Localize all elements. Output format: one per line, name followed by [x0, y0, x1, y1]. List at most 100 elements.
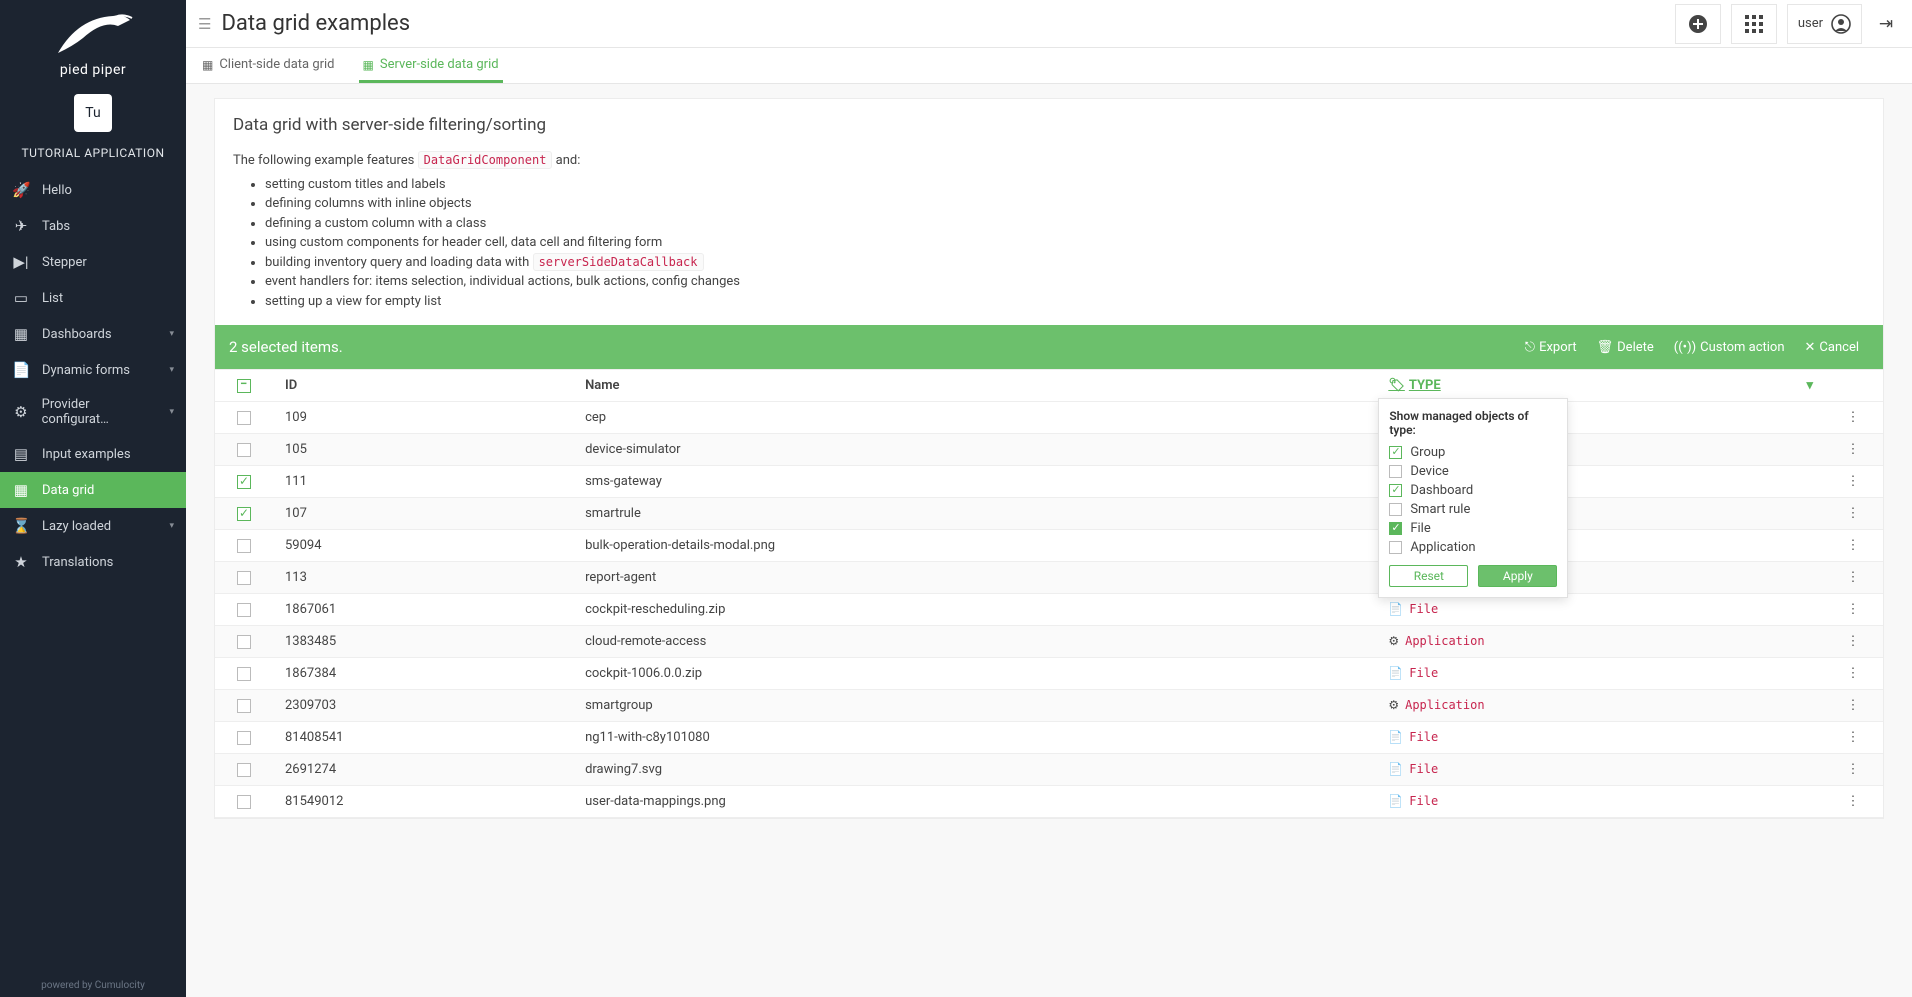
filter-option-group[interactable]: Group: [1389, 443, 1557, 462]
avatar[interactable]: Tu: [74, 94, 112, 132]
row-checkbox[interactable]: [237, 635, 251, 649]
cell-type: 📄File: [1378, 786, 1823, 818]
tab-client-side-data-grid[interactable]: ▦Client-side data grid: [198, 49, 339, 83]
sidebar-item-tabs[interactable]: ✈Tabs: [0, 208, 186, 244]
row-actions-menu[interactable]: ⋮: [1847, 794, 1860, 809]
cell-name: sms-gateway: [575, 466, 1378, 498]
apps-button[interactable]: [1731, 4, 1777, 44]
filter-apply-button[interactable]: Apply: [1478, 565, 1557, 587]
topbar: ☰ Data grid examples user ⇥: [186, 0, 1912, 48]
column-header-id[interactable]: ID: [275, 370, 575, 402]
row-checkbox[interactable]: [237, 571, 251, 585]
feature-item: setting up a view for empty list: [265, 292, 1865, 312]
tab-server-side-data-grid[interactable]: ▦Server-side data grid: [359, 49, 503, 83]
code-chip: serverSideDataCallback: [533, 253, 704, 271]
row-actions-menu[interactable]: ⋮: [1847, 762, 1860, 777]
sidebar-item-provider-configurat-[interactable]: ⚙Provider configurat…▾: [0, 388, 186, 436]
cancel-button[interactable]: ✕Cancel: [1795, 336, 1869, 359]
filter-option-application[interactable]: Application: [1389, 538, 1557, 557]
row-actions-menu[interactable]: ⋮: [1847, 634, 1860, 649]
user-circle-icon: [1831, 14, 1851, 34]
row-actions-menu[interactable]: ⋮: [1847, 602, 1860, 617]
cell-type: 📄File: [1378, 754, 1823, 786]
row-actions-menu[interactable]: ⋮: [1847, 474, 1860, 489]
type-icon: 📄: [1388, 794, 1403, 808]
panel-toggle-icon: ⇥: [1879, 14, 1893, 34]
row-checkbox[interactable]: [237, 411, 251, 425]
row-checkbox[interactable]: [237, 475, 251, 489]
export-button[interactable]: ⎋Export: [1515, 336, 1587, 359]
filter-icon[interactable]: ▾: [1806, 378, 1813, 393]
nav-icon: ▶|: [12, 253, 30, 271]
row-actions-menu[interactable]: ⋮: [1847, 410, 1860, 425]
nav-label: Hello: [42, 183, 72, 198]
custom-action-button[interactable]: ((•))Custom action: [1664, 336, 1795, 359]
checkbox[interactable]: [1389, 541, 1402, 554]
row-actions-menu[interactable]: ⋮: [1847, 666, 1860, 681]
row-checkbox[interactable]: [237, 539, 251, 553]
cell-name: cloud-remote-access: [575, 626, 1378, 658]
checkbox[interactable]: [1389, 446, 1402, 459]
row-actions-menu[interactable]: ⋮: [1847, 570, 1860, 585]
row-checkbox[interactable]: [237, 699, 251, 713]
filter-option-smart-rule[interactable]: Smart rule: [1389, 500, 1557, 519]
column-header-name[interactable]: Name: [575, 370, 1378, 402]
tabs: ▦Client-side data grid ▦Server-side data …: [186, 48, 1912, 84]
select-all-checkbox[interactable]: [237, 379, 251, 393]
checkbox[interactable]: [1389, 465, 1402, 478]
sidebar-item-list[interactable]: ▭List: [0, 280, 186, 316]
sidebar-item-lazy-loaded[interactable]: ⌛Lazy loaded▾: [0, 508, 186, 544]
checkbox[interactable]: [1389, 484, 1402, 497]
cell-id: 105: [275, 434, 575, 466]
sidebar-toggle-icon[interactable]: ☰: [198, 15, 211, 33]
row-checkbox[interactable]: [237, 603, 251, 617]
sidebar-item-dynamic-forms[interactable]: 📄Dynamic forms▾: [0, 352, 186, 388]
tab-icon: ▦: [363, 58, 374, 72]
checkbox[interactable]: [1389, 503, 1402, 516]
row-checkbox[interactable]: [237, 507, 251, 521]
row-actions-menu[interactable]: ⋮: [1847, 730, 1860, 745]
row-actions-menu[interactable]: ⋮: [1847, 698, 1860, 713]
row-actions-menu[interactable]: ⋮: [1847, 442, 1860, 457]
cell-name: smartgroup: [575, 690, 1378, 722]
cell-id: 1383485: [275, 626, 575, 658]
row-checkbox[interactable]: [237, 795, 251, 809]
right-panel-toggle[interactable]: ⇥: [1872, 4, 1900, 44]
row-checkbox[interactable]: [237, 667, 251, 681]
sidebar-item-input-examples[interactable]: ▤Input examples: [0, 436, 186, 472]
cell-id: 109: [275, 402, 575, 434]
chevron-down-icon: ▾: [169, 521, 174, 531]
column-header-type[interactable]: 🏷TYPE ▾ Show managed objects of type: Gr…: [1378, 370, 1823, 402]
type-icon: 📄: [1388, 666, 1403, 680]
row-actions-menu[interactable]: ⋮: [1847, 538, 1860, 553]
cell-name: drawing7.svg: [575, 754, 1378, 786]
pied-piper-logo-icon: [48, 8, 138, 58]
row-checkbox[interactable]: [237, 763, 251, 777]
filter-option-file[interactable]: File: [1389, 519, 1557, 538]
filter-option-device[interactable]: Device: [1389, 462, 1557, 481]
sidebar-item-data-grid[interactable]: ▦Data grid: [0, 472, 186, 508]
cell-name: smartrule: [575, 498, 1378, 530]
nav-icon: ▦: [12, 481, 30, 499]
filter-option-label: File: [1410, 521, 1430, 536]
row-checkbox[interactable]: [237, 731, 251, 745]
sidebar-item-dashboards[interactable]: ▦Dashboards▾: [0, 316, 186, 352]
export-icon: ⎋: [1525, 340, 1535, 355]
sidebar-item-stepper[interactable]: ▶|Stepper: [0, 244, 186, 280]
user-menu-button[interactable]: user: [1787, 4, 1862, 44]
add-button[interactable]: [1675, 4, 1721, 44]
tab-icon: ▦: [202, 58, 213, 72]
filter-option-dashboard[interactable]: Dashboard: [1389, 481, 1557, 500]
sidebar: pied piper Tu TUTORIAL APPLICATION 🚀Hell…: [0, 0, 186, 997]
checkbox[interactable]: [1389, 522, 1402, 535]
sidebar-item-hello[interactable]: 🚀Hello: [0, 172, 186, 208]
card: Data grid with server-side filtering/sor…: [214, 98, 1884, 819]
filter-reset-button[interactable]: Reset: [1389, 565, 1468, 587]
delete-button[interactable]: 🗑Delete: [1587, 336, 1664, 359]
sidebar-item-translations[interactable]: ★Translations: [0, 544, 186, 580]
row-actions-menu[interactable]: ⋮: [1847, 506, 1860, 521]
type-icon: ⚙: [1388, 634, 1399, 648]
row-checkbox[interactable]: [237, 443, 251, 457]
type-icon: ⚙: [1388, 698, 1399, 712]
nav-label: List: [42, 291, 63, 306]
